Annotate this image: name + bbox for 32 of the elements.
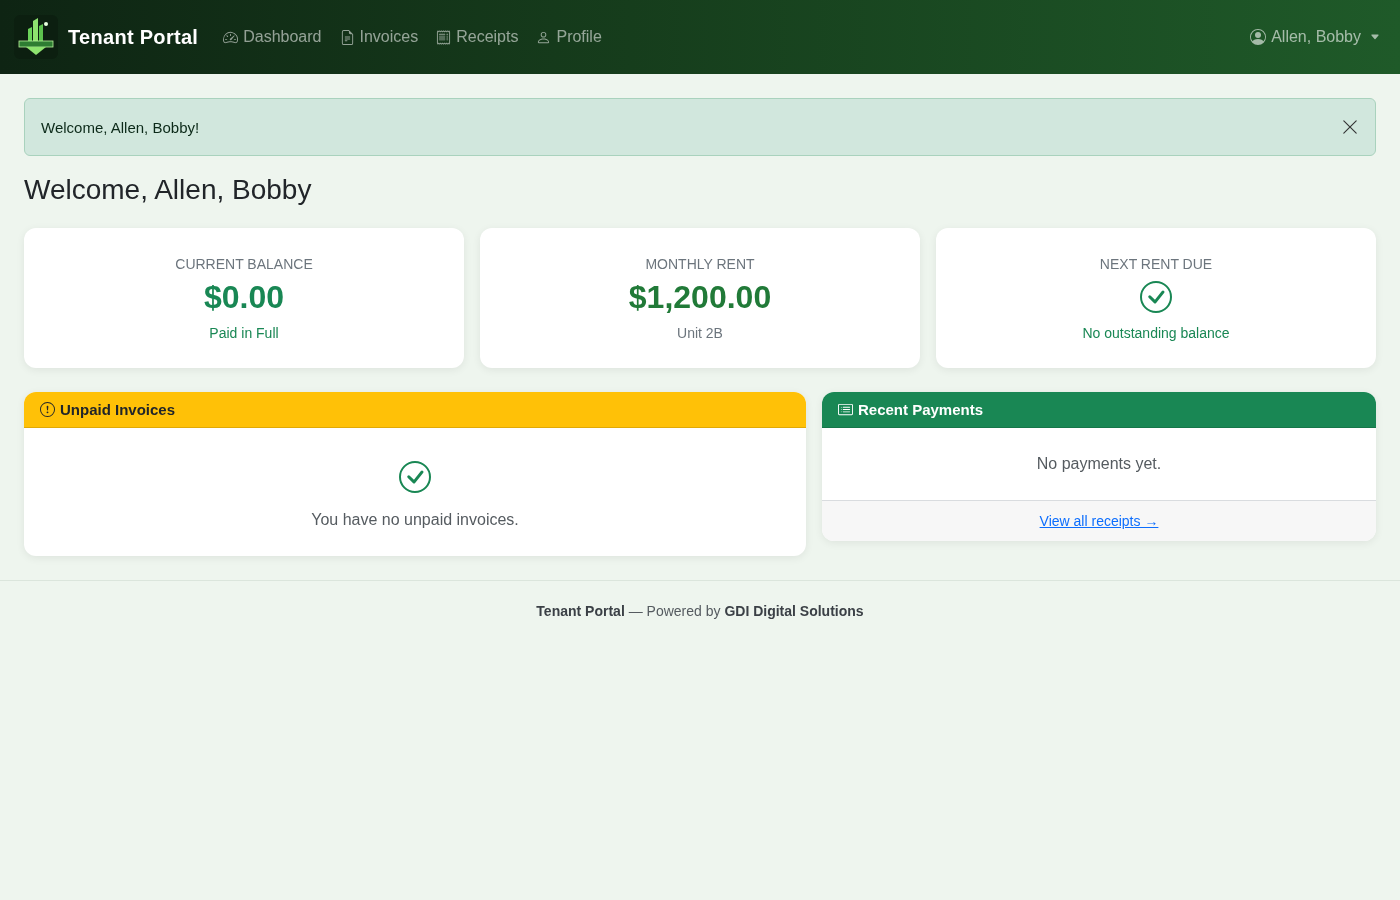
stat-note: No outstanding balance: [1082, 324, 1230, 343]
brand-link[interactable]: Tenant Portal: [14, 15, 199, 59]
gauge-icon: [223, 29, 239, 45]
empty-message: No payments yet.: [1036, 454, 1162, 474]
user-avatar-icon: [1250, 29, 1267, 45]
nav-link[interactable]: Invoices: [331, 20, 427, 54]
stat-label: MONTHLY RENT: [645, 255, 755, 274]
person-icon: [536, 29, 552, 45]
stat-note: Unit 2B: [677, 324, 723, 343]
stat-label: CURRENT BALANCE: [175, 255, 313, 274]
nav-link[interactable]: Profile: [528, 20, 610, 54]
view-receipts-link[interactable]: View all receipts →: [1039, 513, 1159, 529]
page-heading: Welcome, Allen, Bobby: [24, 173, 313, 207]
footer-text: Tenant Portal — Powered by GDI Digital Solutions: [536, 603, 864, 619]
stat-label: NEXT RENT DUE: [1099, 255, 1213, 274]
empty-message: You have no unpaid invoices.: [311, 510, 519, 530]
panel-title: Recent Payments: [858, 401, 984, 418]
building-logo-icon: [14, 15, 58, 59]
close-button[interactable]: [1341, 118, 1359, 136]
nav-link[interactable]: Dashboard: [215, 20, 330, 54]
caret-icon: [1370, 32, 1380, 42]
nav-link[interactable]: Receipts: [428, 20, 527, 54]
list-icon: [838, 402, 853, 417]
close-icon: [1341, 118, 1359, 136]
user-menu[interactable]: Allen, Bobby: [1250, 20, 1380, 54]
stat-value: $1,200.00: [628, 278, 772, 317]
alert-message: Welcome, Allen, Bobby!: [41, 118, 200, 136]
stat-note: Paid in Full: [209, 324, 279, 343]
stat-value: $0.00: [203, 278, 285, 317]
receipt-icon: [436, 29, 452, 45]
document-icon: [339, 29, 355, 45]
panel-title: Unpaid Invoices: [60, 401, 176, 418]
